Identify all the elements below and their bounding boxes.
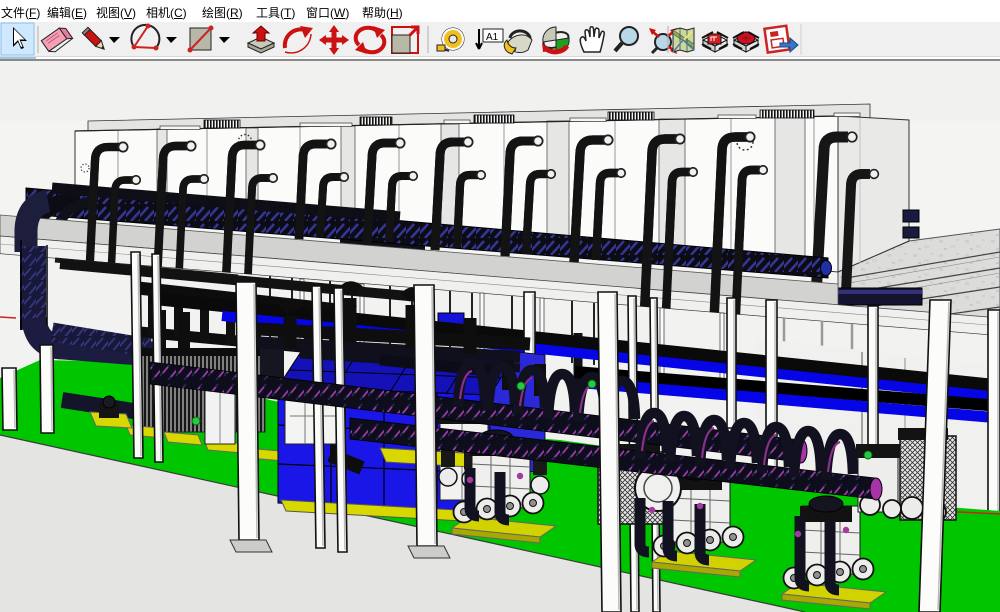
svg-text:A1: A1 <box>486 32 499 43</box>
